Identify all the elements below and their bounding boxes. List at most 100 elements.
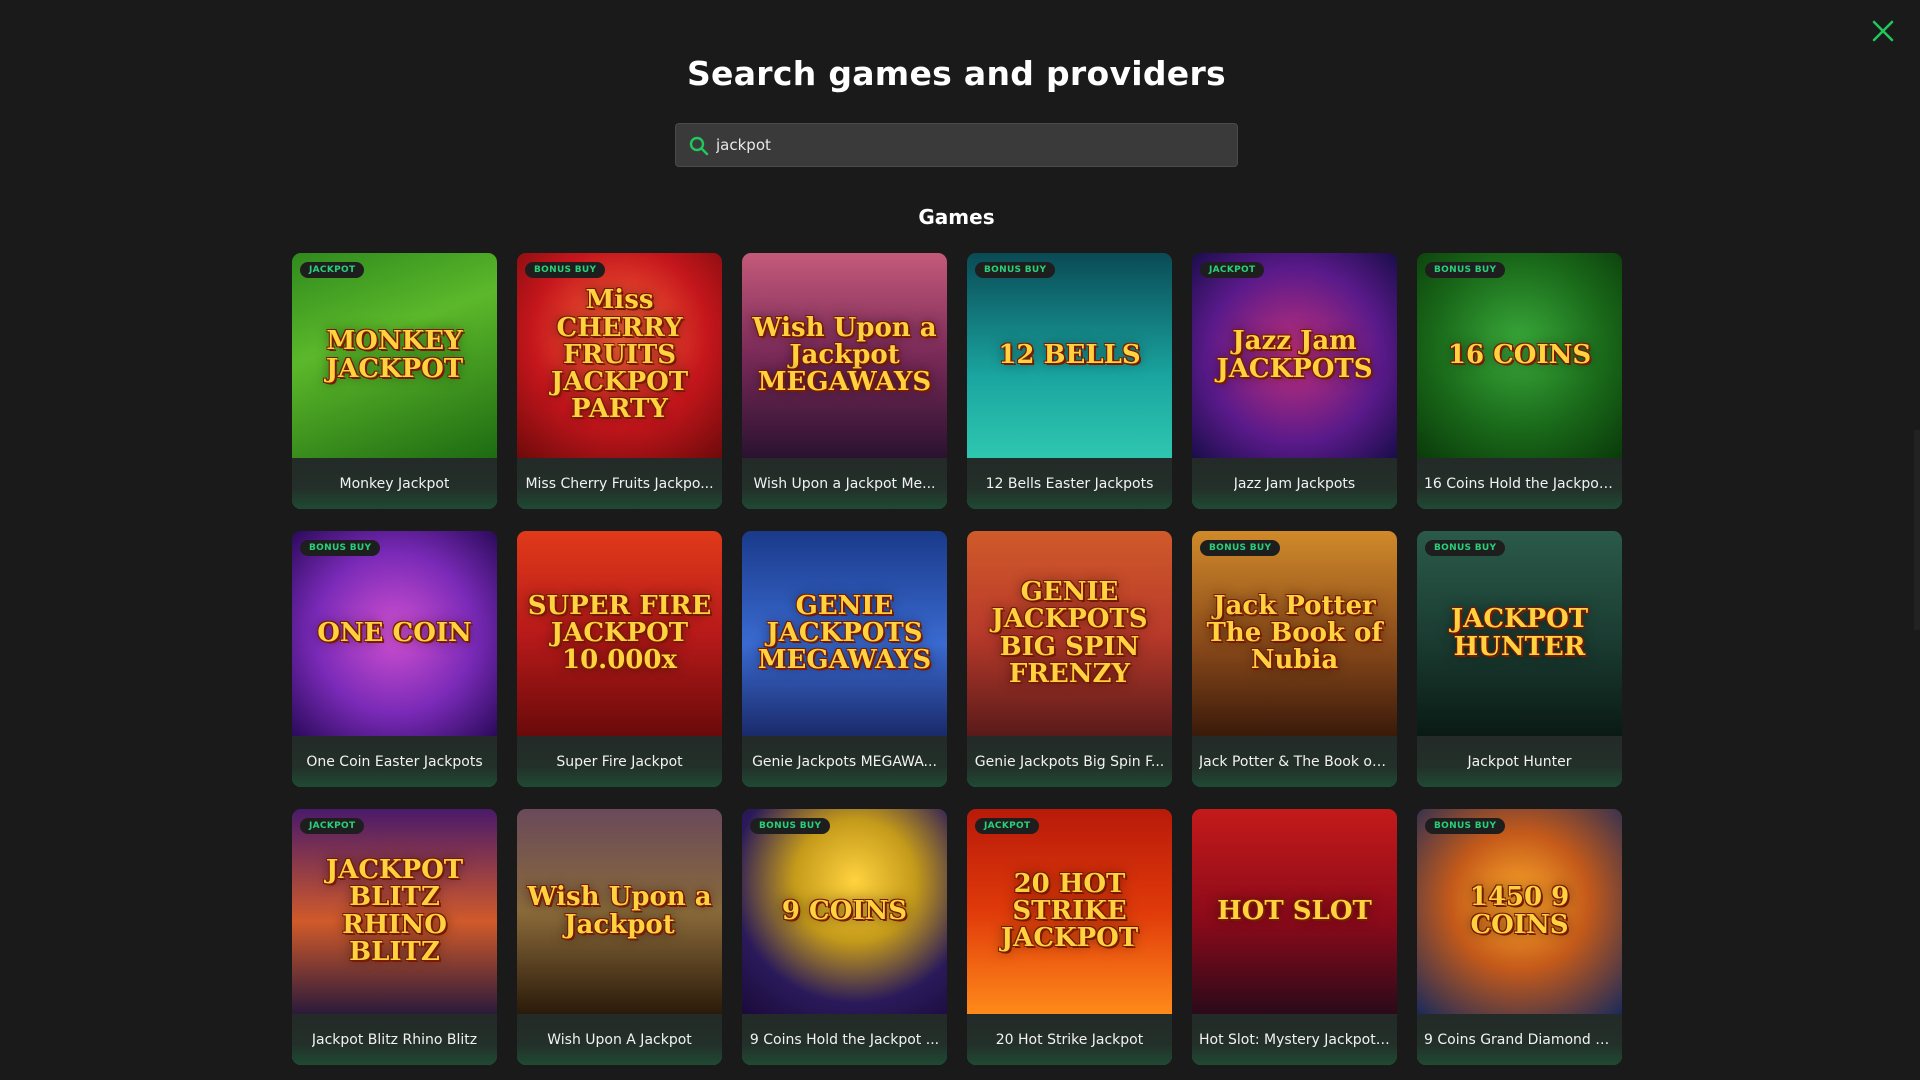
game-card[interactable]: ONE COIN BONUS BUY One Coin Easter Jackpot… [292, 531, 497, 787]
game-logo-art: MONKEY JACKPOT [325, 326, 464, 384]
game-thumbnail[interactable]: Wish Upon a Jackpot MEGAWAYS [742, 253, 947, 458]
game-logo-art: 12 BELLS [998, 339, 1141, 370]
game-card[interactable]: JACKPOT BLITZ RHINO BLITZ JACKPOT Jackpot … [292, 809, 497, 1065]
game-title-label: 12 Bells Easter Jackpots [985, 475, 1154, 492]
game-badge: JACKPOT [1200, 262, 1265, 278]
game-badge: BONUS BUY [525, 262, 606, 278]
game-logo-art: HOT SLOT [1217, 895, 1372, 926]
game-title-label: Jackpot Blitz Rhino Blitz [311, 1031, 478, 1048]
game-thumbnail[interactable]: 16 COINS [1417, 253, 1622, 458]
game-title-label: 16 Coins Hold the Jackpot... [1424, 475, 1615, 492]
game-title: Jackpot Hunter [1417, 736, 1622, 787]
game-card[interactable]: Miss CHERRY FRUITS JACKPOT PARTY BONUS BU… [517, 253, 722, 509]
game-logo-art: SUPER FIRE JACKPOT 10.000x [527, 590, 712, 676]
game-title: Jazz Jam Jackpots [1192, 458, 1397, 509]
search-input[interactable] [716, 124, 1226, 166]
game-logo-art: 16 COINS [1447, 339, 1592, 370]
game-card[interactable]: JACKPOT HUNTER BONUS BUY Jackpot Hunter [1417, 531, 1622, 787]
game-title-label: 20 Hot Strike Jackpot [995, 1031, 1144, 1048]
game-logo-art: Jack Potter The Book of Nubia [1206, 590, 1383, 676]
game-title-label: One Coin Easter Jackpots [306, 753, 483, 770]
game-thumbnail[interactable]: HOT SLOT [1192, 809, 1397, 1014]
game-badge: JACKPOT [300, 818, 365, 834]
game-card[interactable]: Wish Upon a Jackpot MEGAWAYS Wish Upon a … [742, 253, 947, 509]
game-thumbnail[interactable]: GENIE JACKPOTS MEGAWAYS [742, 531, 947, 736]
game-thumbnail[interactable]: Jazz Jam JACKPOTS [1192, 253, 1397, 458]
game-badge: BONUS BUY [750, 818, 831, 834]
game-logo-art: 1450 9 COINS [1469, 882, 1570, 940]
game-title: Jackpot Blitz Rhino Blitz [292, 1014, 497, 1065]
game-badge: BONUS BUY [1200, 540, 1281, 556]
game-card[interactable]: Jack Potter The Book of Nubia BONUS BUY Ja… [1192, 531, 1397, 787]
game-logo-art: JACKPOT HUNTER [1450, 604, 1589, 662]
search-icon [689, 136, 709, 156]
game-badge: JACKPOT [975, 818, 1040, 834]
game-card[interactable]: Wish Upon a Jackpot Wish Upon A Jackpot [517, 809, 722, 1065]
game-thumbnail[interactable]: MONKEY JACKPOT [292, 253, 497, 458]
game-logo-art: 9 COINS [781, 895, 908, 926]
search-box[interactable] [675, 123, 1238, 167]
game-title: 16 Coins Hold the Jackpot... [1417, 458, 1622, 509]
game-title: 9 Coins Hold the Jackpot ... [742, 1014, 947, 1065]
game-thumbnail[interactable]: JACKPOT HUNTER [1417, 531, 1622, 736]
game-badge: BONUS BUY [975, 262, 1056, 278]
game-logo-art: Wish Upon a Jackpot MEGAWAYS [752, 312, 937, 398]
game-title: Genie Jackpots Big Spin F... [967, 736, 1172, 787]
game-badge: BONUS BUY [1425, 262, 1506, 278]
game-thumbnail[interactable]: JACKPOT BLITZ RHINO BLITZ [292, 809, 497, 1014]
game-title-label: Wish Upon a Jackpot Me... [753, 475, 936, 492]
game-title: Hot Slot: Mystery Jackpot ... [1192, 1014, 1397, 1065]
games-grid: MONKEY JACKPOT JACKPOT Monkey Jackpot Miss … [292, 253, 1622, 1065]
game-title-label: 9 Coins Grand Diamond E... [1424, 1031, 1615, 1048]
game-title: One Coin Easter Jackpots [292, 736, 497, 787]
game-card[interactable]: GENIE JACKPOTS MEGAWAYS Genie Jackpots ME… [742, 531, 947, 787]
game-title: Super Fire Jackpot [517, 736, 722, 787]
game-thumbnail[interactable]: Wish Upon a Jackpot [517, 809, 722, 1014]
page-title: Search games and providers [686, 54, 1226, 93]
game-card[interactable]: 9 COINS BONUS BUY 9 Coins Hold the Jackpot… [742, 809, 947, 1065]
game-title-label: Hot Slot: Mystery Jackpot ... [1199, 1031, 1390, 1048]
game-title-label: Super Fire Jackpot [556, 753, 683, 770]
game-thumbnail[interactable]: Jack Potter The Book of Nubia [1192, 531, 1397, 736]
game-thumbnail[interactable]: GENIE JACKPOTS BIG SPIN FRENZY [967, 531, 1172, 736]
game-title-label: Monkey Jackpot [339, 475, 450, 492]
game-card[interactable]: HOT SLOT Hot Slot: Mystery Jackpot ... [1192, 809, 1397, 1065]
game-card[interactable]: GENIE JACKPOTS BIG SPIN FRENZY Genie Jack… [967, 531, 1172, 787]
game-card[interactable]: SUPER FIRE JACKPOT 10.000x Super Fire Jac… [517, 531, 722, 787]
game-card[interactable]: 12 BELLS BONUS BUY 12 Bells Easter Jackpot… [967, 253, 1172, 509]
game-title-label: 9 Coins Hold the Jackpot ... [749, 1031, 940, 1048]
game-thumbnail[interactable]: ONE COIN [292, 531, 497, 736]
game-thumbnail[interactable]: 12 BELLS [967, 253, 1172, 458]
game-thumbnail[interactable]: 1450 9 COINS [1417, 809, 1622, 1014]
game-card[interactable]: Jazz Jam JACKPOTS JACKPOT Jazz Jam Jackpot… [1192, 253, 1397, 509]
game-logo-art: Wish Upon a Jackpot [527, 882, 712, 940]
scrollbar-track[interactable] [1914, 430, 1920, 630]
game-badge: BONUS BUY [300, 540, 381, 556]
game-card[interactable]: 16 COINS BONUS BUY 16 Coins Hold the Jackp… [1417, 253, 1622, 509]
game-title: Wish Upon a Jackpot Me... [742, 458, 947, 509]
close-button[interactable] [1868, 16, 1898, 46]
game-logo-art: Miss CHERRY FRUITS JACKPOT PARTY [550, 285, 689, 425]
game-card[interactable]: 1450 9 COINS BONUS BUY 9 Coins Grand Diamo… [1417, 809, 1622, 1065]
game-thumbnail[interactable]: Miss CHERRY FRUITS JACKPOT PARTY [517, 253, 722, 458]
game-logo-art: 20 HOT STRIKE JACKPOT [1000, 868, 1139, 954]
game-title: 20 Hot Strike Jackpot [967, 1014, 1172, 1065]
game-title-label: Miss Cherry Fruits Jackpo... [525, 475, 714, 492]
game-thumbnail[interactable]: 9 COINS [742, 809, 947, 1014]
game-logo-art: GENIE JACKPOTS BIG SPIN FRENZY [991, 576, 1148, 689]
game-card[interactable]: MONKEY JACKPOT JACKPOT Monkey Jackpot [292, 253, 497, 509]
game-logo-art: JACKPOT BLITZ RHINO BLITZ [325, 854, 464, 967]
game-title: Jack Potter & The Book of ... [1192, 736, 1397, 787]
game-title-label: Jack Potter & The Book of ... [1199, 753, 1390, 770]
game-card[interactable]: 20 HOT STRIKE JACKPOT JACKPOT 20 Hot Strik… [967, 809, 1172, 1065]
game-title-label: Genie Jackpots Big Spin F... [974, 753, 1165, 770]
game-badge: BONUS BUY [1425, 540, 1506, 556]
game-logo-art: GENIE JACKPOTS MEGAWAYS [757, 590, 932, 676]
game-logo-art: Jazz Jam JACKPOTS [1216, 326, 1373, 384]
game-logo-art: ONE COIN [317, 617, 472, 648]
game-title-label: Wish Upon A Jackpot [547, 1031, 692, 1048]
game-thumbnail[interactable]: 20 HOT STRIKE JACKPOT [967, 809, 1172, 1014]
game-thumbnail[interactable]: SUPER FIRE JACKPOT 10.000x [517, 531, 722, 736]
game-badge: JACKPOT [300, 262, 365, 278]
game-title: Monkey Jackpot [292, 458, 497, 509]
